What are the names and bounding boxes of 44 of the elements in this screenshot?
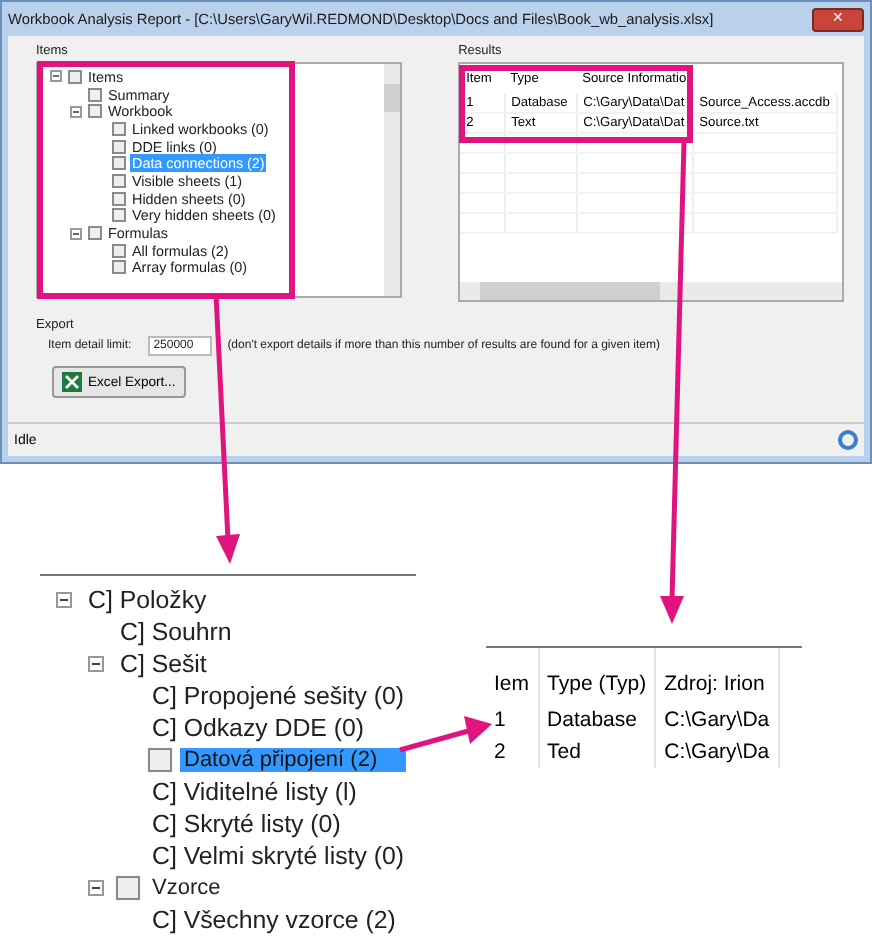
table-cell: 2 bbox=[486, 736, 539, 768]
checkbox[interactable] bbox=[88, 104, 102, 119]
checkbox[interactable] bbox=[112, 260, 126, 275]
tree-item[interactable]: C] Položky bbox=[84, 586, 211, 614]
checkbox[interactable] bbox=[68, 69, 82, 84]
checkbox[interactable] bbox=[148, 748, 172, 772]
collapse-icon[interactable] bbox=[50, 70, 62, 83]
checkbox[interactable] bbox=[112, 156, 126, 171]
tree-item[interactable]: Datová připojení (2) bbox=[180, 748, 406, 772]
collapse-icon[interactable] bbox=[88, 656, 104, 672]
refresh-icon bbox=[838, 430, 858, 450]
checkbox[interactable] bbox=[112, 139, 126, 154]
tree-item[interactable]: Vzorce bbox=[148, 876, 225, 900]
tree-item[interactable]: C] Souhrn bbox=[116, 618, 236, 646]
checkbox[interactable] bbox=[112, 191, 126, 206]
collapse-icon[interactable] bbox=[70, 227, 82, 240]
collapse-icon[interactable] bbox=[88, 880, 104, 896]
table-cell: Database bbox=[538, 704, 656, 736]
column-header[interactable]: Zdroj: Irion bbox=[655, 648, 779, 704]
scrollbar[interactable] bbox=[384, 64, 401, 296]
checkbox[interactable] bbox=[112, 208, 126, 223]
collapse-icon[interactable] bbox=[56, 592, 72, 608]
column-header[interactable]: Type (Typ) bbox=[538, 648, 656, 704]
checkbox[interactable] bbox=[112, 121, 126, 136]
table-cell: C:\Gary\Da bbox=[655, 704, 779, 736]
column-header[interactable]: Iem bbox=[486, 648, 539, 704]
tree-item[interactable]: C] Propojené sešity (0) bbox=[148, 682, 409, 710]
tree-item[interactable]: C] Odkazy DDE (0) bbox=[148, 714, 369, 742]
checkbox[interactable] bbox=[112, 243, 126, 258]
checkbox[interactable] bbox=[116, 876, 140, 900]
tree-item[interactable]: C] Všechny vzorce (2) bbox=[148, 906, 400, 934]
checkbox[interactable] bbox=[88, 226, 102, 241]
tree-item[interactable]: C] Skryté listy (0) bbox=[148, 810, 345, 838]
tree-item[interactable]: C] Velmi skryté listy (0) bbox=[148, 842, 408, 870]
checkbox[interactable] bbox=[88, 87, 102, 102]
tree-item[interactable]: C] Sešit bbox=[116, 650, 211, 678]
callout-arrow bbox=[399, 716, 492, 753]
table-cell: Ted bbox=[538, 736, 656, 768]
scrollbar[interactable] bbox=[460, 282, 842, 300]
checkbox[interactable] bbox=[112, 173, 126, 188]
collapse-icon[interactable] bbox=[70, 105, 82, 118]
spreadsheet-icon bbox=[62, 372, 82, 392]
tree-item[interactable]: C] Viditelné listy (l) bbox=[148, 778, 361, 806]
table-cell: C:\Gary\Da bbox=[655, 736, 779, 768]
